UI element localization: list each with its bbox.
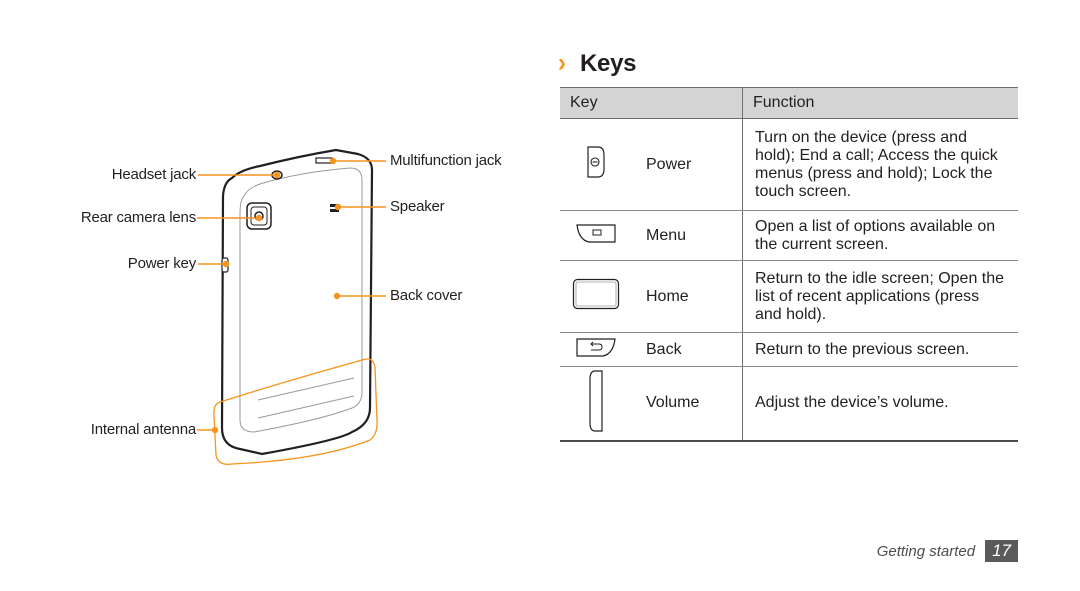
menu-key-icon (576, 224, 616, 243)
multifunction-jack-opening (315, 157, 333, 164)
back-key-icon (576, 338, 616, 357)
callout-power-key: Power key (127, 255, 196, 272)
callout-internal-antenna: Internal antenna (90, 421, 196, 438)
home-key-icon (572, 278, 620, 310)
key-function: Turn on the device (press and hold); End… (742, 118, 1018, 211)
table-row: Home Return to the idle screen; Open the… (560, 260, 1018, 333)
header-key: Key (560, 87, 743, 119)
key-name: Volume (632, 366, 743, 442)
key-name: Back (632, 332, 743, 367)
header-function: Function (742, 87, 1018, 119)
phone-rear-diagram: Headset jack Rear camera lens Power key … (0, 0, 560, 586)
key-name: Menu (632, 210, 743, 261)
key-function: Return to the idle screen; Open the list… (742, 260, 1018, 333)
key-name: Home (632, 260, 743, 333)
key-function: Adjust the device’s volume. (742, 366, 1018, 442)
section-heading: › Keys (558, 48, 637, 79)
table-header-row: Key Function (560, 87, 1018, 119)
table-row: Back Return to the previous screen. (560, 332, 1018, 367)
table-row: Volume Adjust the device’s volume. (560, 366, 1018, 442)
table-row: Menu Open a list of options available on… (560, 210, 1018, 261)
keys-table: Key Function Power Turn on the device (p… (560, 87, 1018, 442)
callout-multifunction-jack: Multifunction jack (390, 152, 502, 169)
callout-rear-camera-lens: Rear camera lens (80, 209, 196, 226)
footer-section-name: Getting started (876, 542, 976, 560)
callout-speaker: Speaker (390, 198, 445, 215)
key-name: Power (632, 118, 743, 211)
key-function: Return to the previous screen. (742, 332, 1018, 367)
phone-illustration (197, 148, 386, 465)
callout-back-cover: Back cover (390, 287, 463, 304)
page-footer: Getting started 17 (877, 540, 1018, 562)
callout-headset-jack: Headset jack (111, 166, 197, 183)
page-number: 17 (985, 540, 1018, 562)
chevron-right-icon: › (558, 48, 566, 79)
section-title: Keys (580, 50, 637, 77)
volume-key-icon (589, 370, 603, 432)
key-function: Open a list of options available on the … (742, 210, 1018, 261)
power-key-icon (587, 146, 605, 178)
table-row: Power Turn on the device (press and hold… (560, 118, 1018, 211)
